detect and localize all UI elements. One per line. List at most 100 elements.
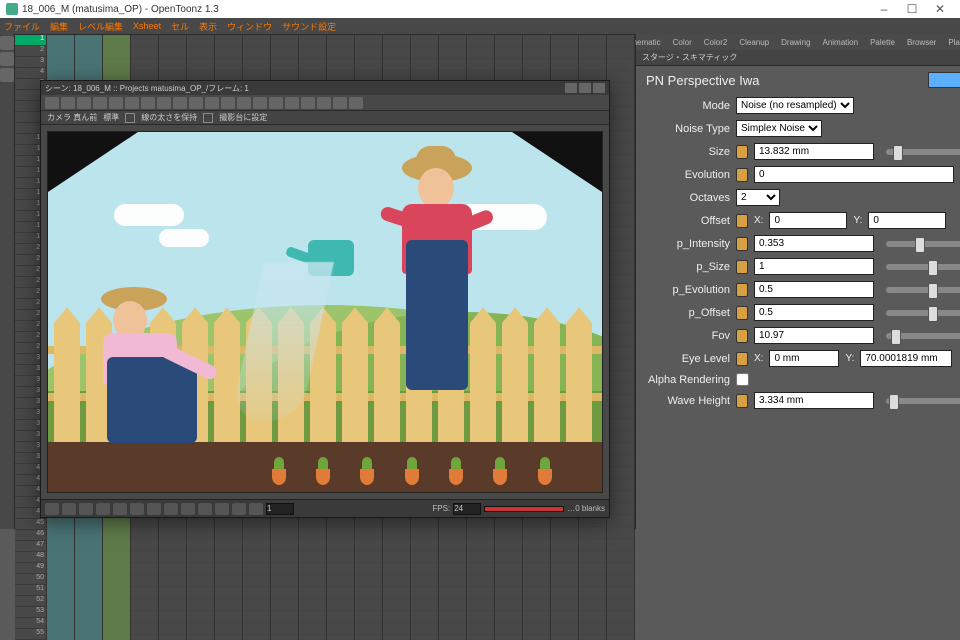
tool-icon[interactable] bbox=[141, 97, 155, 109]
wave-slider[interactable] bbox=[886, 398, 960, 404]
tool-icon[interactable] bbox=[205, 97, 219, 109]
row-number[interactable]: 1 bbox=[15, 35, 46, 46]
keyframe-icon[interactable] bbox=[736, 329, 748, 343]
offset-y-input[interactable] bbox=[868, 212, 946, 229]
pevolution-slider[interactable] bbox=[886, 287, 960, 293]
play-prev-icon[interactable] bbox=[62, 503, 76, 515]
alpha-checkbox[interactable] bbox=[736, 373, 749, 386]
tool-icon[interactable] bbox=[237, 97, 251, 109]
onion-icon[interactable] bbox=[147, 503, 161, 515]
poffset-input[interactable] bbox=[754, 304, 874, 321]
play-next-icon[interactable] bbox=[96, 503, 110, 515]
wave-input[interactable] bbox=[754, 392, 874, 409]
keyframe-icon[interactable] bbox=[736, 283, 748, 297]
tab-browser[interactable]: Browser bbox=[904, 38, 939, 47]
menu-view[interactable]: 表示 bbox=[199, 20, 217, 33]
menu-file[interactable]: ファイル bbox=[4, 20, 40, 33]
camera-select[interactable]: カメラ 真ん前 bbox=[47, 112, 97, 123]
keyframe-icon[interactable] bbox=[736, 394, 748, 408]
row-number[interactable]: 50 bbox=[15, 574, 46, 585]
row-number[interactable]: 46 bbox=[15, 530, 46, 541]
noisetype-select[interactable]: Simplex Noise bbox=[736, 120, 822, 137]
window-minimize[interactable]: – bbox=[870, 2, 898, 16]
keyframe-icon[interactable] bbox=[736, 352, 748, 366]
grid-icon[interactable] bbox=[181, 503, 195, 515]
row-number[interactable]: 54 bbox=[15, 618, 46, 629]
viewer-close-icon[interactable] bbox=[593, 83, 605, 93]
tool-icon[interactable] bbox=[349, 97, 363, 109]
menu-xsheet[interactable]: Xsheet bbox=[133, 21, 161, 31]
tool-icon[interactable] bbox=[77, 97, 91, 109]
keyframe-icon[interactable] bbox=[736, 306, 748, 320]
eyelevel-x-input[interactable] bbox=[769, 350, 839, 367]
tool-icon[interactable] bbox=[317, 97, 331, 109]
viewer-titlebar[interactable]: シーン: 18_006_M :: Projects matusima_OP_/フ… bbox=[41, 81, 609, 95]
viewer-min-icon[interactable] bbox=[565, 83, 577, 93]
keyframe-icon[interactable] bbox=[736, 214, 748, 228]
zoom-select[interactable]: 標準 bbox=[103, 112, 119, 123]
tool-icon[interactable] bbox=[0, 52, 14, 66]
row-number[interactable]: 45 bbox=[15, 519, 46, 530]
size-slider[interactable] bbox=[886, 149, 960, 155]
row-number[interactable]: 4 bbox=[15, 68, 46, 79]
psize-input[interactable] bbox=[754, 258, 874, 275]
play-first-icon[interactable] bbox=[45, 503, 59, 515]
mode-select[interactable]: Noise (no resampled) bbox=[736, 97, 854, 114]
menu-sound[interactable]: サウンド設定 bbox=[282, 20, 336, 33]
checkbox-icon[interactable] bbox=[125, 113, 135, 123]
menu-window[interactable]: ウィンドウ bbox=[227, 20, 272, 33]
tool-icon[interactable] bbox=[157, 97, 171, 109]
tab-color[interactable]: Color bbox=[670, 38, 695, 47]
tab-drawing[interactable]: Drawing bbox=[778, 38, 813, 47]
viewer-max-icon[interactable] bbox=[579, 83, 591, 93]
fov-input[interactable] bbox=[754, 327, 874, 344]
keyframe-icon[interactable] bbox=[736, 260, 748, 274]
frame-current-input[interactable] bbox=[266, 503, 294, 515]
menu-level[interactable]: レベル編集 bbox=[78, 20, 123, 33]
fx-color-swatch[interactable] bbox=[928, 72, 960, 88]
tab-player[interactable]: Player bbox=[945, 38, 960, 47]
loop-icon[interactable] bbox=[130, 503, 144, 515]
row-number[interactable]: 52 bbox=[15, 596, 46, 607]
tab-animation[interactable]: Animation bbox=[819, 38, 861, 47]
row-number[interactable]: 51 bbox=[15, 585, 46, 596]
menu-edit[interactable]: 編集 bbox=[50, 20, 68, 33]
menu-cell[interactable]: セル bbox=[171, 20, 189, 33]
tool-icon[interactable] bbox=[173, 97, 187, 109]
bg-icon[interactable] bbox=[249, 503, 263, 515]
tool-icon[interactable] bbox=[125, 97, 139, 109]
window-close[interactable]: ✕ bbox=[926, 2, 954, 16]
tool-icon[interactable] bbox=[189, 97, 203, 109]
tool-icon[interactable] bbox=[333, 97, 347, 109]
tool-icon[interactable] bbox=[109, 97, 123, 109]
evolution-input[interactable] bbox=[754, 166, 954, 183]
tool-icon[interactable] bbox=[93, 97, 107, 109]
tool-icon[interactable] bbox=[0, 68, 14, 82]
psize-slider[interactable] bbox=[886, 264, 960, 270]
row-number[interactable]: 47 bbox=[15, 541, 46, 552]
pevolution-input[interactable] bbox=[754, 281, 874, 298]
play-last-icon[interactable] bbox=[113, 503, 127, 515]
tool-icon[interactable] bbox=[285, 97, 299, 109]
tool-icon[interactable] bbox=[0, 36, 14, 50]
poffset-slider[interactable] bbox=[886, 310, 960, 316]
keyframe-icon[interactable] bbox=[736, 145, 748, 159]
tool-icon[interactable] bbox=[269, 97, 283, 109]
fps-input[interactable] bbox=[453, 503, 481, 515]
viewer-canvas[interactable] bbox=[47, 131, 603, 493]
tool-icon[interactable] bbox=[45, 97, 59, 109]
pintensity-input[interactable] bbox=[754, 235, 874, 252]
pintensity-slider[interactable] bbox=[886, 241, 960, 247]
tab-palette[interactable]: Palette bbox=[867, 38, 898, 47]
tab-cleanup[interactable]: Cleanup bbox=[736, 38, 772, 47]
play-icon[interactable] bbox=[79, 503, 93, 515]
keyframe-icon[interactable] bbox=[736, 237, 748, 251]
keyframe-icon[interactable] bbox=[736, 168, 748, 182]
safe-icon[interactable] bbox=[232, 503, 246, 515]
tool-icon[interactable] bbox=[221, 97, 235, 109]
offset-x-input[interactable] bbox=[769, 212, 847, 229]
row-number[interactable]: 49 bbox=[15, 563, 46, 574]
row-number[interactable]: 48 bbox=[15, 552, 46, 563]
snap-icon[interactable] bbox=[164, 503, 178, 515]
guide-icon[interactable] bbox=[198, 503, 212, 515]
